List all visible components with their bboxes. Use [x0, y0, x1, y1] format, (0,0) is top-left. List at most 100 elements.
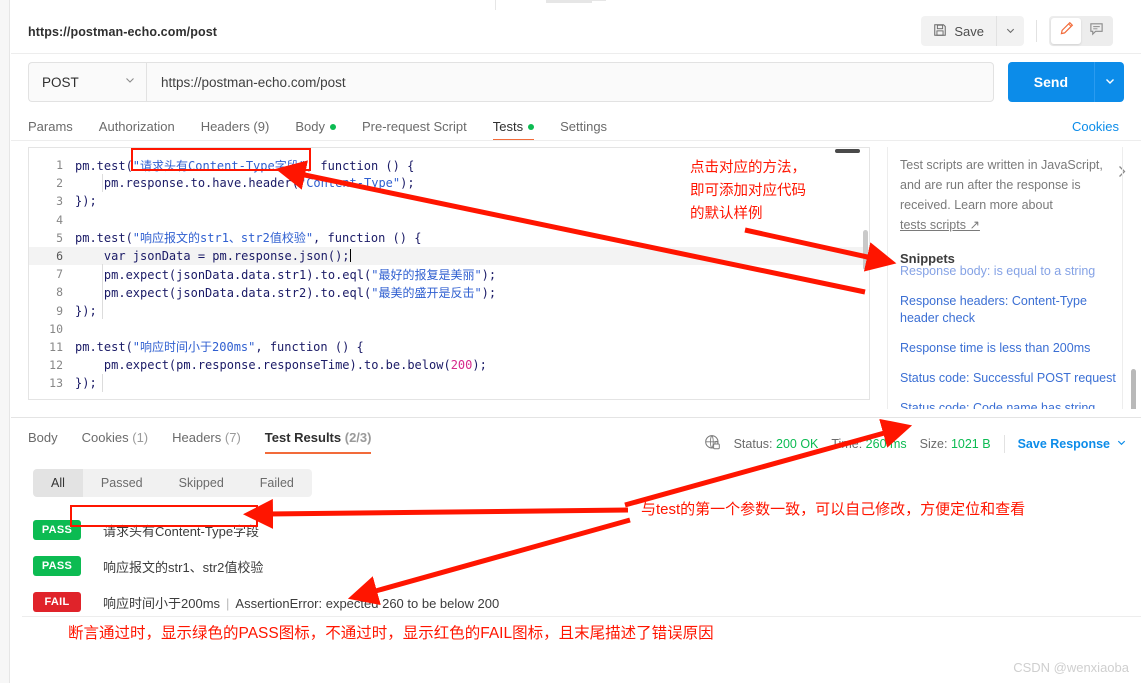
line-number: 11: [49, 339, 63, 354]
snippet-item[interactable]: Status code: Successful POST request: [900, 370, 1125, 387]
save-options-button[interactable]: [996, 16, 1024, 46]
response-meta: Status: 200 OK Time: 260 ms Size: 1021 B…: [704, 434, 1127, 454]
header-actions: Save: [921, 16, 1113, 46]
test-result-filters: All Passed Skipped Failed: [33, 469, 312, 497]
response-tab-count: (1): [132, 430, 149, 445]
code-line: 6 var jsonData = pm.response.json();: [29, 246, 869, 266]
code-line: 7 pm.expect(jsonData.data.str1).to.eql("…: [29, 265, 869, 283]
line-number: 1: [56, 158, 63, 173]
tab-label: Authorization: [98, 119, 175, 134]
cookies-link[interactable]: Cookies: [1072, 119, 1119, 134]
code-text: });: [75, 303, 97, 318]
tests-scripts-link[interactable]: tests scripts ↗: [900, 218, 980, 232]
filter-failed[interactable]: Failed: [241, 469, 312, 497]
snippet-item[interactable]: Response body: is equal to a string: [900, 263, 1125, 280]
tab-strip-edge: [0, 0, 1141, 10]
table-row: PASS 请求头有Content-Type字段: [33, 512, 1141, 548]
snippets-description: Test scripts are written in JavaScript, …: [900, 155, 1105, 235]
time-value: 260 ms: [865, 437, 907, 451]
snippets-description-line3: received. Learn more about: [900, 198, 1053, 212]
edit-mode-button[interactable]: [1051, 18, 1081, 44]
comment-mode-button[interactable]: [1081, 18, 1111, 44]
response-tabs: Body Cookies (1) Headers (7) Test Result…: [28, 430, 395, 454]
code-line: 10: [29, 320, 869, 338]
status-value: 200 OK: [776, 437, 819, 451]
tab-params[interactable]: Params: [28, 119, 73, 141]
response-tab-label: Body: [28, 430, 58, 445]
view-mode-toggle: [1049, 16, 1113, 46]
code-line: 12 pm.expect(pm.response.responseTime).t…: [29, 356, 869, 374]
chevron-down-icon: [1116, 437, 1127, 451]
code-text: pm.test("请求头有Content-Type字段", function (…: [75, 158, 415, 173]
line-number: 2: [56, 176, 63, 191]
snippet-item[interactable]: Response headers: Content-Type header ch…: [900, 293, 1125, 327]
table-row: PASS 响应报文的str1、str2值校验: [33, 548, 1141, 584]
response-tab-headers[interactable]: Headers (7): [172, 430, 241, 454]
snippets-scrollbar[interactable]: [1131, 369, 1136, 409]
send-options-button[interactable]: [1094, 62, 1124, 102]
tab-authorization[interactable]: Authorization: [99, 119, 175, 141]
http-method-value: POST: [42, 74, 79, 90]
chevron-down-icon: [1005, 24, 1016, 39]
chevron-down-icon: [1104, 75, 1116, 90]
tab-tests[interactable]: Tests: [492, 119, 535, 141]
response-tab-cookies[interactable]: Cookies (1): [82, 430, 148, 454]
send-button[interactable]: Send: [1007, 62, 1094, 102]
tab-body[interactable]: Body: [295, 119, 336, 141]
url-input[interactable]: https://postman-echo.com/post: [146, 62, 994, 102]
request-header-bar: https://postman-echo.com/post Save: [11, 10, 1141, 54]
tab-pre-request-script[interactable]: Pre-request Script: [362, 119, 467, 141]
response-separator: [11, 417, 1141, 418]
test-error: AssertionError: expected 260 to be below…: [235, 595, 500, 611]
editor-vertical-scrollbar[interactable]: [863, 230, 868, 270]
line-number: 6: [56, 249, 63, 264]
tab-accent-line: [546, 1, 592, 3]
code-line: 5 pm.test("响应报文的str1、str2值校验", function (…: [29, 229, 869, 247]
sidebar-edge: [0, 0, 10, 10]
line-number: 5: [56, 230, 63, 245]
request-tabs: Params Authorization Headers (9) Body Pr…: [11, 112, 1141, 141]
pencil-icon: [1059, 21, 1074, 41]
snippet-item[interactable]: Status code: Code name has string: [900, 400, 1125, 409]
test-name-with-error: 响应时间小于200ms | AssertionError: expected 260…: [103, 593, 499, 612]
modified-dot-icon: [329, 123, 336, 130]
indent-guide: [102, 374, 103, 392]
save-button[interactable]: Save: [921, 16, 996, 46]
size-value: 1021 B: [950, 437, 991, 451]
save-button-group: Save: [921, 16, 1024, 46]
snippet-item[interactable]: Response time is less than 200ms: [900, 340, 1125, 357]
code-line: 11 pm.test("响应时间小于200ms", function () {: [29, 338, 869, 356]
test-name: 响应报文的str1、str2值校验: [103, 559, 264, 575]
code-line: 3});: [29, 192, 869, 210]
filter-all[interactable]: All: [33, 469, 83, 497]
tab-label: Params: [28, 119, 73, 134]
tab-divider: [495, 0, 496, 10]
text-cursor: [349, 249, 351, 263]
tab-settings[interactable]: Settings: [560, 119, 607, 141]
filter-skipped[interactable]: Skipped: [160, 469, 242, 497]
status-badge: PASS: [33, 556, 81, 576]
response-time: Time: 260 ms: [831, 437, 906, 451]
table-row: FAIL 响应时间小于200ms | AssertionError: expecte…: [33, 584, 1141, 620]
filter-passed[interactable]: Passed: [82, 469, 161, 497]
code-text: pm.expect(pm.response.responseTime).to.b…: [75, 358, 487, 373]
response-tab-test-results[interactable]: Test Results (2/3): [264, 430, 371, 454]
tab-headers[interactable]: Headers (9): [201, 119, 270, 141]
response-size: Size: 1021 B: [920, 437, 991, 451]
status-badge: FAIL: [33, 592, 81, 612]
code-line: 13});: [29, 374, 869, 392]
indent-guide: [102, 264, 103, 319]
status-label: Status:: [733, 437, 773, 451]
tabs-underline: [11, 140, 1141, 141]
separator: |: [226, 595, 230, 611]
status-badge: PASS: [33, 520, 81, 540]
editor-horizontal-scrollbar[interactable]: [835, 149, 860, 153]
code-editor[interactable]: 1 pm.test("请求头有Content-Type字段", function …: [28, 147, 870, 400]
tab-label: Body: [295, 119, 325, 134]
send-button-group: Send: [1007, 62, 1124, 102]
response-tab-label: Test Results: [264, 430, 342, 445]
line-number: 13: [49, 376, 63, 391]
http-method-select[interactable]: POST: [28, 62, 146, 102]
save-response-button[interactable]: Save Response: [1018, 437, 1127, 451]
response-tab-body[interactable]: Body: [28, 430, 58, 454]
